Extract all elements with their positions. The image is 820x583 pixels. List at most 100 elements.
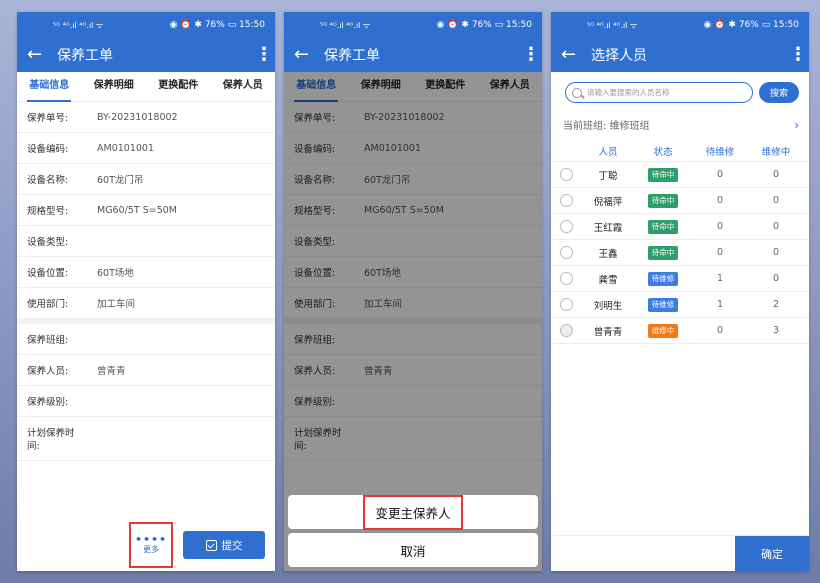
staff-name: 丁聪 xyxy=(598,170,618,182)
back-arrow-icon[interactable]: ← xyxy=(561,46,587,64)
table-row[interactable]: 王鑫 待命中 0 0 xyxy=(551,240,809,266)
radio-cell xyxy=(551,298,581,311)
table-row[interactable]: 曾青青 维修中 0 3 xyxy=(551,318,809,344)
confirm-button[interactable]: 确定 xyxy=(735,536,809,571)
radio-button[interactable] xyxy=(559,324,573,337)
status-cell: 待命中 xyxy=(635,219,691,234)
table-row[interactable]: 龚雪 待维修 1 0 xyxy=(551,266,809,292)
cancel-label: 取消 xyxy=(400,543,426,559)
radio-button[interactable] xyxy=(559,246,573,259)
in-progress-count: 0 xyxy=(772,221,780,232)
radio-button[interactable] xyxy=(559,272,573,285)
status-bar: ⁵ᴳ ⁴ᴳ.ıl ⁴ᴳ.ıl ᯤ ◉ ⏰ ✱ 76% ▭ 15:50 xyxy=(551,12,809,38)
more-vertical-icon[interactable]: ⋮ xyxy=(789,46,807,64)
status-badge: 待维修 xyxy=(647,297,679,312)
field-label: 规格型号: xyxy=(27,206,69,217)
bottom-actions: •••• 更多 提交 xyxy=(17,519,275,571)
page-title: 保养工单 xyxy=(324,48,380,64)
radio-cell xyxy=(551,220,581,233)
status-cell: 待维修 xyxy=(635,297,691,312)
status-badge: 待命中 xyxy=(647,245,679,260)
table-row[interactable]: 丁聪 待命中 0 0 xyxy=(551,162,809,188)
field-label: 保养人员: xyxy=(27,366,69,377)
staff-name: 曾青青 xyxy=(593,326,623,338)
status-badge: 待维修 xyxy=(647,271,679,286)
current-group-value: 维修班组 xyxy=(609,121,650,132)
current-group-row[interactable]: 当前班组: 维修班组 › xyxy=(551,109,809,140)
table-row[interactable]: 王红霞 待命中 0 0 xyxy=(551,214,809,240)
status-right: ◉ ⏰ ✱ 76% ▭ 15:50 xyxy=(436,20,532,30)
status-badge: 待命中 xyxy=(647,219,679,234)
field-device-name: 设备名称: 60T龙门吊 xyxy=(17,164,275,195)
field-device-code: 设备编码: AM0101001 xyxy=(17,133,275,164)
staff-name: 倪福萍 xyxy=(593,196,623,208)
field-plan-time[interactable]: 计划保养时间: xyxy=(17,417,275,461)
cancel-button[interactable]: 取消 xyxy=(288,533,538,567)
back-arrow-icon[interactable]: ← xyxy=(294,46,320,64)
status-bar: ⁵ᴳ ⁴ᴳ.ıl ⁴ᴳ.ıl ᯤ ◉ ⏰ ✱ 76% ▭ 15:50 xyxy=(284,12,542,38)
col-status: 状态 xyxy=(653,146,673,158)
radio-button[interactable] xyxy=(559,298,573,311)
more-label: 更多 xyxy=(143,544,159,554)
back-arrow-icon[interactable]: ← xyxy=(27,46,53,64)
status-badge: 维修中 xyxy=(647,323,679,338)
action-sheet: 变更主保养人 取消 xyxy=(288,491,538,567)
more-vertical-icon[interactable]: ⋮ xyxy=(522,46,540,64)
checkbox-icon xyxy=(205,539,217,551)
field-value: BY-20231018002 xyxy=(97,111,178,123)
search-button[interactable]: 搜索 xyxy=(759,82,799,103)
search-bar: 请输入要搜索的人员名称 搜索 xyxy=(551,72,809,109)
submit-button[interactable]: 提交 xyxy=(183,531,265,559)
more-vertical-icon[interactable]: ⋮ xyxy=(255,46,273,64)
in-progress-count: 2 xyxy=(772,299,780,310)
field-label: 使用部门: xyxy=(27,299,69,310)
field-device-location: 设备位置: 60T场地 xyxy=(17,257,275,288)
page-title: 选择人员 xyxy=(591,48,647,64)
field-label: 设备编码: xyxy=(27,144,69,155)
tab-maintenance-detail[interactable]: 保养明细 xyxy=(92,72,136,102)
field-label: 保养单号: xyxy=(27,113,69,124)
basic-info-form: 保养单号: BY-20231018002 设备编码: AM0101001 设备名称:… xyxy=(17,102,275,461)
pending-count: 0 xyxy=(716,221,724,232)
field-value: AM0101001 xyxy=(97,142,155,154)
radio-button[interactable] xyxy=(559,194,573,207)
more-button[interactable]: •••• 更多 xyxy=(129,522,173,568)
field-value: 曾青青 xyxy=(97,366,126,377)
field-label: 保养班组: xyxy=(27,335,69,346)
in-progress-count: 0 xyxy=(772,247,780,258)
status-right: ◉ ⏰ ✱ 76% ▭ 15:50 xyxy=(703,20,799,30)
field-value: MG60/5T S=50M xyxy=(97,204,177,216)
staff-name: 龚雪 xyxy=(598,274,618,286)
current-group-label: 当前班组: xyxy=(563,121,607,132)
table-row[interactable]: 刘明生 待维修 1 2 xyxy=(551,292,809,318)
tab-basic-info[interactable]: 基础信息 xyxy=(27,72,72,102)
radio-cell xyxy=(551,194,581,207)
pending-count: 1 xyxy=(716,299,724,310)
confirm-bar: 确定 xyxy=(551,535,809,571)
pending-count: 0 xyxy=(716,325,724,336)
in-progress-count: 0 xyxy=(772,273,780,284)
radio-button[interactable] xyxy=(559,168,573,181)
field-staff[interactable]: 保养人员: 曾青青 xyxy=(17,355,275,386)
table-row[interactable]: 倪福萍 待命中 0 0 xyxy=(551,188,809,214)
field-value: 60T场地 xyxy=(97,268,134,279)
page-title: 保养工单 xyxy=(57,48,113,64)
change-main-maintainer-button[interactable]: 变更主保养人 xyxy=(288,494,538,530)
status-right: ◉ ⏰ ✱ 76% ▭ 15:50 xyxy=(169,20,265,30)
field-level[interactable]: 保养级别: xyxy=(17,386,275,417)
field-department: 使用部门: 加工车间 xyxy=(17,288,275,319)
status-cell: 待命中 xyxy=(635,193,691,208)
tab-replace-parts[interactable]: 更换配件 xyxy=(156,72,200,102)
signal-indicators: ⁵ᴳ ⁴ᴳ.ıl ⁴ᴳ.ıl ᯤ xyxy=(587,20,638,30)
chevron-right-icon[interactable]: › xyxy=(794,118,799,132)
field-device-type: 设备类型: xyxy=(17,226,275,257)
search-placeholder: 请输入要搜索的人员名称 xyxy=(587,88,670,97)
field-team[interactable]: 保养班组: xyxy=(17,324,275,355)
app-bar: ← 保养工单 ⋮ xyxy=(284,38,542,72)
search-input[interactable]: 请输入要搜索的人员名称 xyxy=(565,82,753,103)
tab-maintenance-staff[interactable]: 保养人员 xyxy=(221,72,265,102)
col-pending: 待维修 xyxy=(705,146,735,158)
in-progress-count: 3 xyxy=(772,325,780,336)
radio-button[interactable] xyxy=(559,220,573,233)
pending-count: 0 xyxy=(716,169,724,180)
